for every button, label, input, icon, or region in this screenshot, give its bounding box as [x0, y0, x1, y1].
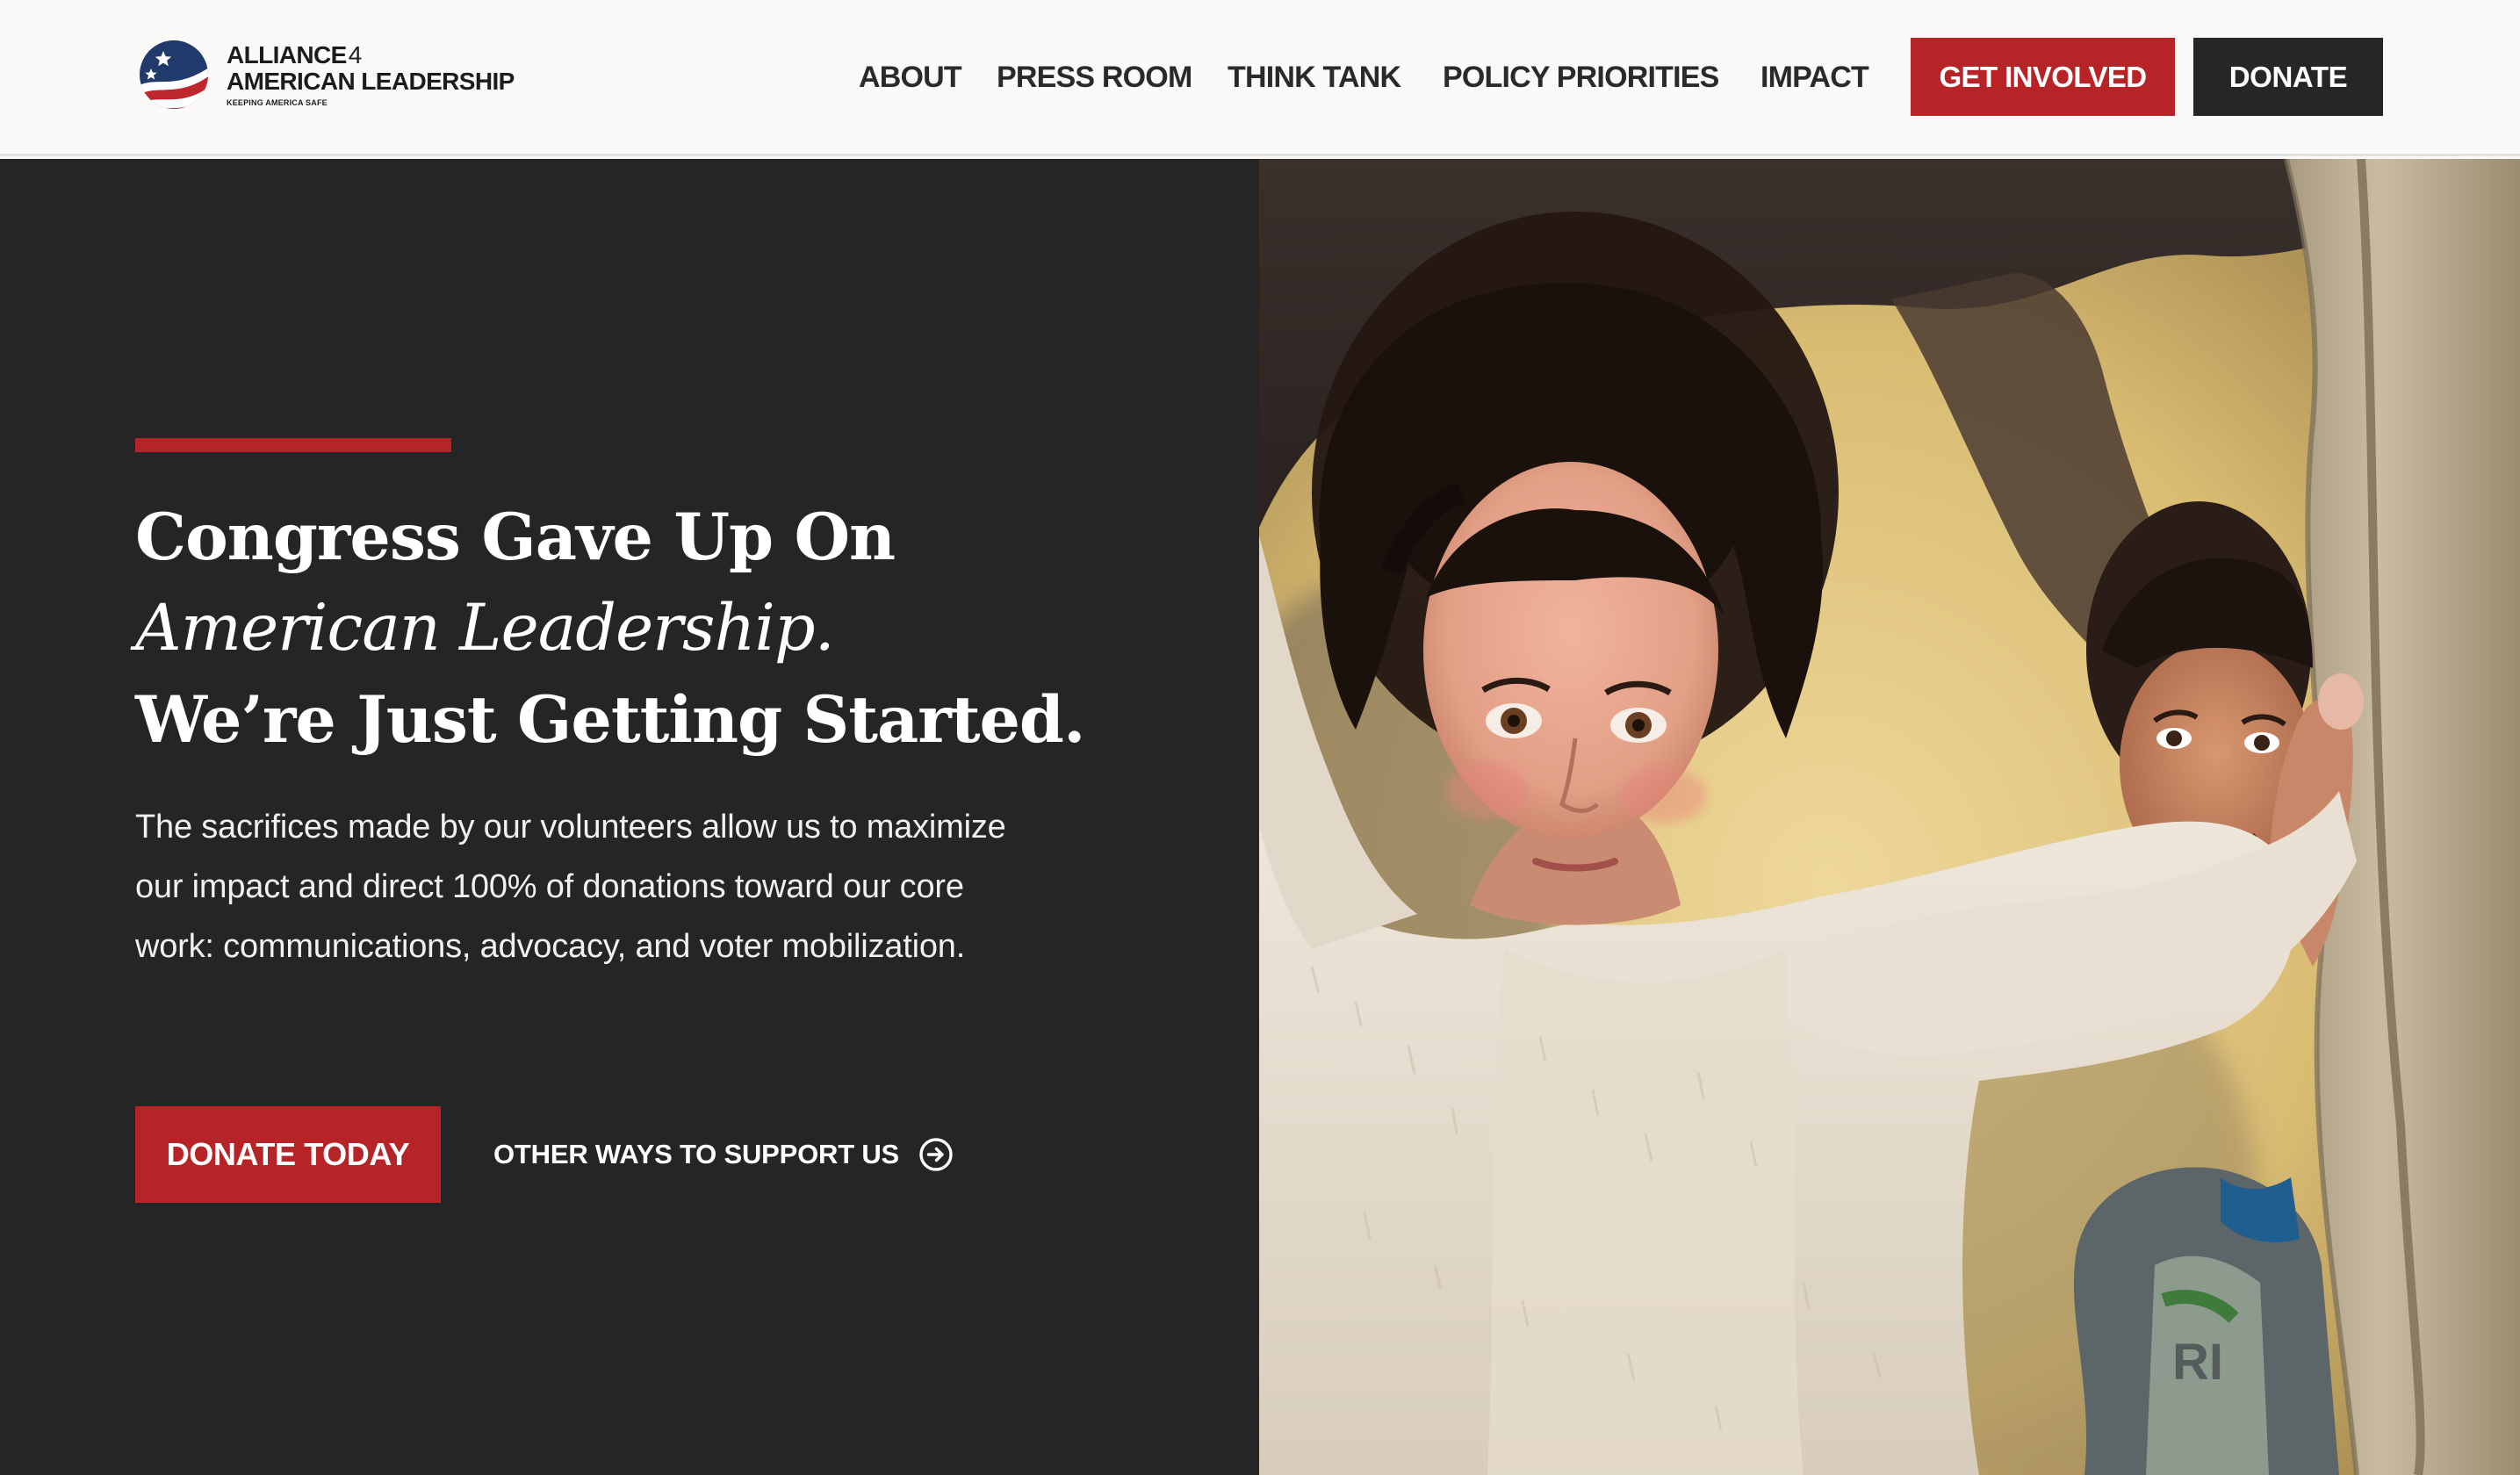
other-ways-to-support-link[interactable]: OTHER WAYS TO SUPPORT US [493, 1133, 954, 1176]
hero-headline: Congress Gave Up On American Leadership.… [135, 492, 1189, 766]
logo-number: 4 [348, 41, 363, 68]
donate-today-button[interactable]: DONATE TODAY [135, 1106, 441, 1203]
logo-word-alliance: ALLIANCE [227, 41, 347, 68]
shirt-print-text: RI [2172, 1334, 2223, 1391]
hero-headline-line-1: Congress Gave Up On [135, 500, 896, 575]
hero-photo: RI [1259, 159, 2520, 1475]
arrow-circle-right-icon [919, 1138, 953, 1171]
nav-impact[interactable]: IMPACT [1760, 54, 1869, 100]
nav-press-room[interactable]: PRESS ROOM [997, 54, 1192, 100]
nav-about[interactable]: ABOUT [859, 54, 962, 100]
logo-line-2: AMERICAN LEADERSHIP [227, 68, 515, 95]
hero-headline-line-3: We’re Just Getting Started. [135, 682, 1085, 758]
hero-description: The sacrifices made by our volunteers al… [135, 809, 1006, 965]
other-ways-label: OTHER WAYS TO SUPPORT US [493, 1139, 900, 1169]
donate-button[interactable]: DONATE [2193, 38, 2383, 116]
logo-tagline: KEEPING AMERICA SAFE [227, 98, 328, 107]
site-header: ALLIANCE4 AMERICAN LEADERSHIP KEEPING AM… [0, 0, 2520, 156]
logo-line-1: ALLIANCE4 [227, 42, 515, 68]
headline-accent-bar [135, 438, 451, 452]
hero-headline-line-2: American Leadership. [135, 591, 835, 666]
nav-think-tank[interactable]: THINK TANK [1228, 54, 1401, 100]
children-photo-illustration: RI [1259, 159, 2520, 1475]
logo-wordmark: ALLIANCE4 AMERICAN LEADERSHIP KEEPING AM… [227, 42, 515, 109]
site-logo[interactable]: ALLIANCE4 AMERICAN LEADERSHIP KEEPING AM… [139, 39, 515, 116]
nav-policy-priorities[interactable]: POLICY PRIORITIES [1443, 54, 1719, 100]
flag-emblem-icon [140, 40, 208, 109]
get-involved-button[interactable]: GET INVOLVED [1911, 38, 2175, 116]
